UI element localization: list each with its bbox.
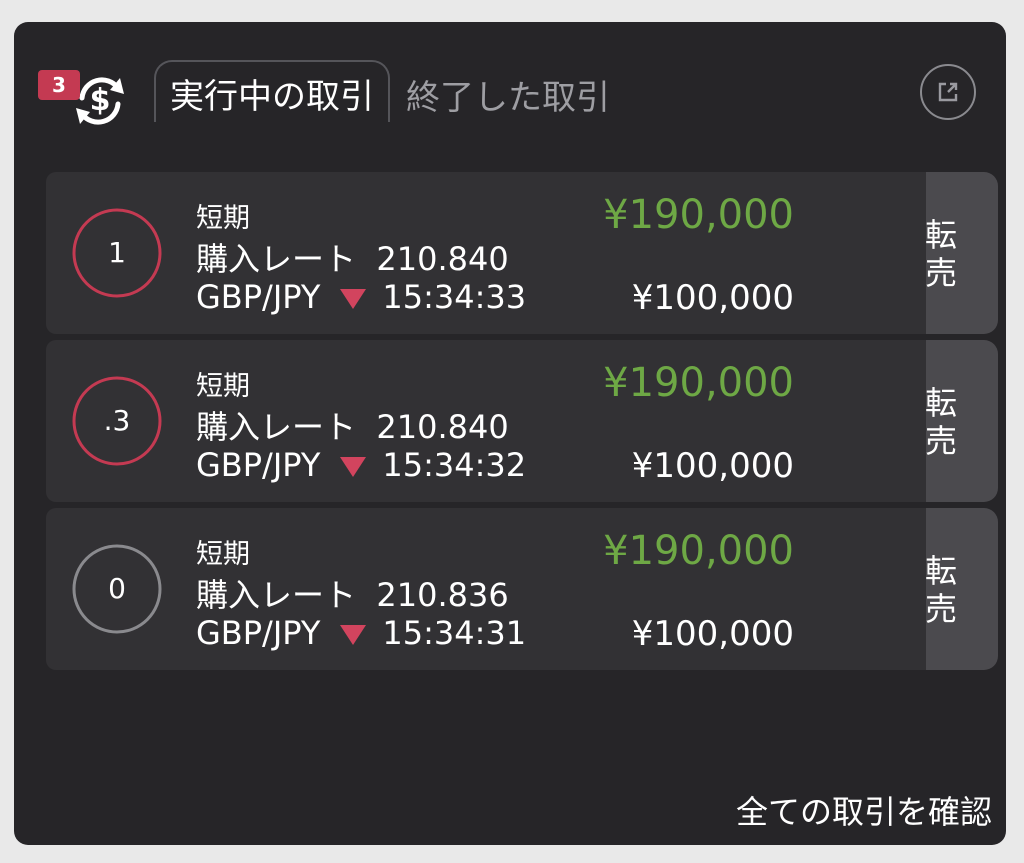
trade-term: 短期 [196, 371, 250, 402]
currency-pair: GBP/JPY [196, 446, 321, 484]
trade-details: 0 短期 購入レート 210.836 GBP/JPY 15:34:31 ¥190,… [46, 508, 926, 670]
purchase-rate: 購入レート 210.836 [196, 570, 509, 616]
down-arrow-icon [340, 457, 367, 477]
trade-time: 15:34:32 [382, 446, 527, 484]
view-all-trades-link[interactable]: 全ての取引を確認 [736, 787, 992, 833]
down-arrow-icon [340, 289, 367, 309]
rate-value: 210.836 [376, 576, 509, 614]
trade-row: 転 売 1 短期 購入レート 210.840 GBP/JPY 15:34:33 ¥… [46, 172, 998, 334]
down-arrow-icon [340, 625, 367, 645]
trade-details: .3 短期 購入レート 210.840 GBP/JPY 15:34:32 ¥190… [46, 340, 926, 502]
panel-header: $ 3 実行中の取引 終了した取引 [14, 22, 1006, 162]
currency-pair: GBP/JPY [196, 614, 321, 652]
tab-closed-trades[interactable]: 終了した取引 [406, 60, 610, 140]
external-link-icon [938, 82, 958, 102]
investment-amount: ¥100,000 [631, 614, 794, 654]
svg-text:$: $ [90, 83, 111, 118]
pair-line: GBP/JPY 15:34:32 [196, 446, 526, 484]
purchase-rate: 購入レート 210.840 [196, 402, 509, 448]
trade-row: 転 売 .3 短期 購入レート 210.840 GBP/JPY 15:34:32 … [46, 340, 998, 502]
countdown-timer: 0 [70, 542, 164, 636]
countdown-timer: 1 [70, 206, 164, 300]
trade-term: 短期 [196, 539, 250, 570]
trade-row: 転 売 0 短期 購入レート 210.836 GBP/JPY 15:34:31 ¥… [46, 508, 998, 670]
timer-value: .3 [103, 404, 131, 437]
trades-panel: $ 3 実行中の取引 終了した取引 転 売 1 短期 購入レート 210.840… [14, 22, 1006, 845]
payout-amount: ¥190,000 [603, 528, 794, 574]
external-link-button[interactable] [920, 64, 976, 120]
rate-label: 購入レート [196, 240, 357, 278]
rate-value: 210.840 [376, 240, 509, 278]
investment-amount: ¥100,000 [631, 278, 794, 318]
trade-time: 15:34:33 [382, 278, 527, 316]
investment-amount: ¥100,000 [631, 446, 794, 486]
purchase-rate: 購入レート 210.840 [196, 234, 509, 280]
timer-value: 1 [108, 236, 126, 269]
tab-active-trades[interactable]: 実行中の取引 [154, 60, 390, 122]
currency-pair: GBP/JPY [196, 278, 321, 316]
rate-value: 210.840 [376, 408, 509, 446]
countdown-timer: .3 [70, 374, 164, 468]
payout-amount: ¥190,000 [603, 192, 794, 238]
trade-details: 1 短期 購入レート 210.840 GBP/JPY 15:34:33 ¥190,… [46, 172, 926, 334]
pair-line: GBP/JPY 15:34:31 [196, 614, 526, 652]
active-count-badge: 3 [38, 70, 80, 100]
pair-line: GBP/JPY 15:34:33 [196, 278, 526, 316]
trade-time: 15:34:31 [382, 614, 527, 652]
rate-label: 購入レート [196, 408, 357, 446]
rate-label: 購入レート [196, 576, 357, 614]
payout-amount: ¥190,000 [603, 360, 794, 406]
trade-term: 短期 [196, 203, 250, 234]
timer-value: 0 [108, 572, 126, 605]
